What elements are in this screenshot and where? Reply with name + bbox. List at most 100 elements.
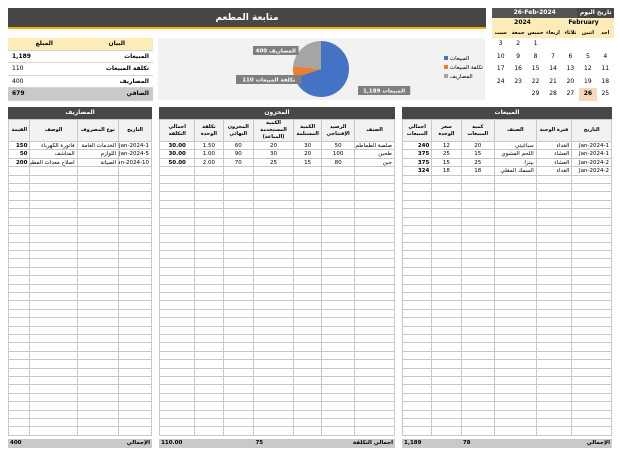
- expenses-cell[interactable]: اللوازم: [77, 150, 120, 159]
- calendar-day-cell[interactable]: 1: [527, 38, 544, 51]
- inventory-cell[interactable]: [355, 360, 395, 369]
- calendar-day-cell[interactable]: 4: [597, 51, 614, 64]
- sales-cell[interactable]: [494, 293, 537, 302]
- sales-cell[interactable]: [494, 418, 537, 428]
- inventory-cell[interactable]: [355, 276, 395, 285]
- expenses-cell[interactable]: [119, 209, 152, 218]
- inventory-cell[interactable]: [254, 376, 294, 386]
- sales-cell[interactable]: [461, 343, 495, 352]
- sales-cell[interactable]: [572, 225, 612, 235]
- sales-cell[interactable]: [461, 368, 495, 377]
- inventory-cell[interactable]: [195, 427, 224, 436]
- sales-cell[interactable]: [461, 175, 495, 184]
- expenses-cell[interactable]: [119, 200, 152, 210]
- inventory-cell[interactable]: [322, 276, 356, 285]
- expenses-cell[interactable]: [9, 167, 31, 176]
- sales-cell[interactable]: [572, 351, 612, 361]
- inventory-cell[interactable]: [293, 200, 323, 210]
- sales-cell[interactable]: [403, 326, 433, 335]
- sales-cell[interactable]: [494, 309, 537, 319]
- inventory-cell[interactable]: [254, 427, 294, 436]
- inventory-cell[interactable]: [160, 402, 196, 411]
- sales-cell[interactable]: [461, 217, 495, 226]
- sales-cell[interactable]: [536, 234, 573, 243]
- expenses-cell[interactable]: [119, 368, 152, 377]
- sales-cell[interactable]: [403, 402, 433, 411]
- inventory-cell[interactable]: [322, 326, 356, 335]
- inventory-cell[interactable]: [195, 209, 224, 218]
- inventory-cell[interactable]: [322, 192, 356, 201]
- inventory-cell[interactable]: [160, 284, 196, 294]
- expenses-cell[interactable]: [119, 217, 152, 226]
- inventory-cell[interactable]: [355, 267, 395, 277]
- sales-cell[interactable]: [461, 410, 495, 419]
- inventory-cell[interactable]: [355, 200, 395, 210]
- inventory-cell[interactable]: [223, 284, 255, 294]
- calendar-day-cell[interactable]: 29: [527, 88, 544, 101]
- inventory-cell[interactable]: [160, 418, 196, 428]
- inventory-cell[interactable]: [223, 259, 255, 268]
- inventory-cell[interactable]: [195, 200, 224, 210]
- inventory-cell[interactable]: [195, 402, 224, 411]
- expenses-cell[interactable]: [9, 410, 31, 419]
- sales-cell[interactable]: [432, 192, 462, 201]
- sales-cell[interactable]: [461, 309, 495, 319]
- inventory-cell[interactable]: [322, 393, 356, 403]
- calendar-day-cell[interactable]: 3: [492, 38, 509, 51]
- inventory-cell[interactable]: [223, 251, 255, 260]
- sales-cell[interactable]: [403, 192, 433, 201]
- inventory-cell[interactable]: [254, 209, 294, 218]
- inventory-cell[interactable]: [254, 309, 294, 319]
- inventory-cell[interactable]: [293, 427, 323, 436]
- sales-cell[interactable]: [461, 276, 495, 285]
- expenses-cell[interactable]: [30, 376, 78, 386]
- sales-cell[interactable]: [461, 402, 495, 411]
- expenses-cell[interactable]: [77, 209, 120, 218]
- inventory-cell[interactable]: [254, 183, 294, 193]
- inventory-cell[interactable]: [254, 343, 294, 352]
- calendar-day-cell[interactable]: 17: [492, 63, 509, 76]
- sales-cell[interactable]: [536, 318, 573, 327]
- inventory-cell[interactable]: [355, 217, 395, 226]
- inventory-cell[interactable]: [223, 276, 255, 285]
- expenses-cell[interactable]: [30, 234, 78, 243]
- inventory-cell[interactable]: [160, 267, 196, 277]
- sales-cell[interactable]: [536, 276, 573, 285]
- inventory-cell[interactable]: 20: [293, 150, 323, 159]
- sales-cell[interactable]: [461, 192, 495, 201]
- inventory-cell[interactable]: [322, 301, 356, 310]
- sales-cell[interactable]: [403, 360, 433, 369]
- calendar-day-cell[interactable]: 12: [579, 63, 596, 76]
- inventory-cell[interactable]: 70: [223, 158, 255, 168]
- inventory-cell[interactable]: [223, 360, 255, 369]
- inventory-cell[interactable]: [355, 326, 395, 335]
- expenses-cell[interactable]: [77, 192, 120, 201]
- inventory-cell[interactable]: [322, 418, 356, 428]
- inventory-cell[interactable]: [355, 418, 395, 428]
- sales-cell[interactable]: [494, 192, 537, 201]
- sales-cell[interactable]: 18: [461, 167, 495, 176]
- inventory-cell[interactable]: [293, 402, 323, 411]
- sales-cell[interactable]: [494, 334, 537, 344]
- inventory-cell[interactable]: [322, 167, 356, 176]
- sales-cell[interactable]: [432, 326, 462, 335]
- inventory-cell[interactable]: [293, 183, 323, 193]
- inventory-cell[interactable]: [254, 334, 294, 344]
- inventory-cell[interactable]: [160, 242, 196, 252]
- inventory-cell[interactable]: [293, 284, 323, 294]
- sales-cell[interactable]: [572, 385, 612, 394]
- inventory-cell[interactable]: [254, 225, 294, 235]
- expenses-cell[interactable]: 5-Jan-2024: [119, 150, 152, 159]
- expenses-cell[interactable]: [77, 217, 120, 226]
- expenses-cell[interactable]: [9, 293, 31, 302]
- sales-cell[interactable]: [432, 427, 462, 436]
- calendar-day-cell[interactable]: 19: [579, 76, 596, 89]
- sales-cell[interactable]: [403, 427, 433, 436]
- expenses-cell[interactable]: [9, 234, 31, 243]
- inventory-cell[interactable]: [322, 259, 356, 268]
- inventory-cell[interactable]: [223, 183, 255, 193]
- inventory-cell[interactable]: [355, 225, 395, 235]
- expenses-cell[interactable]: 200: [9, 158, 31, 168]
- sales-cell[interactable]: السمك المقلي: [494, 167, 537, 176]
- inventory-cell[interactable]: [293, 376, 323, 386]
